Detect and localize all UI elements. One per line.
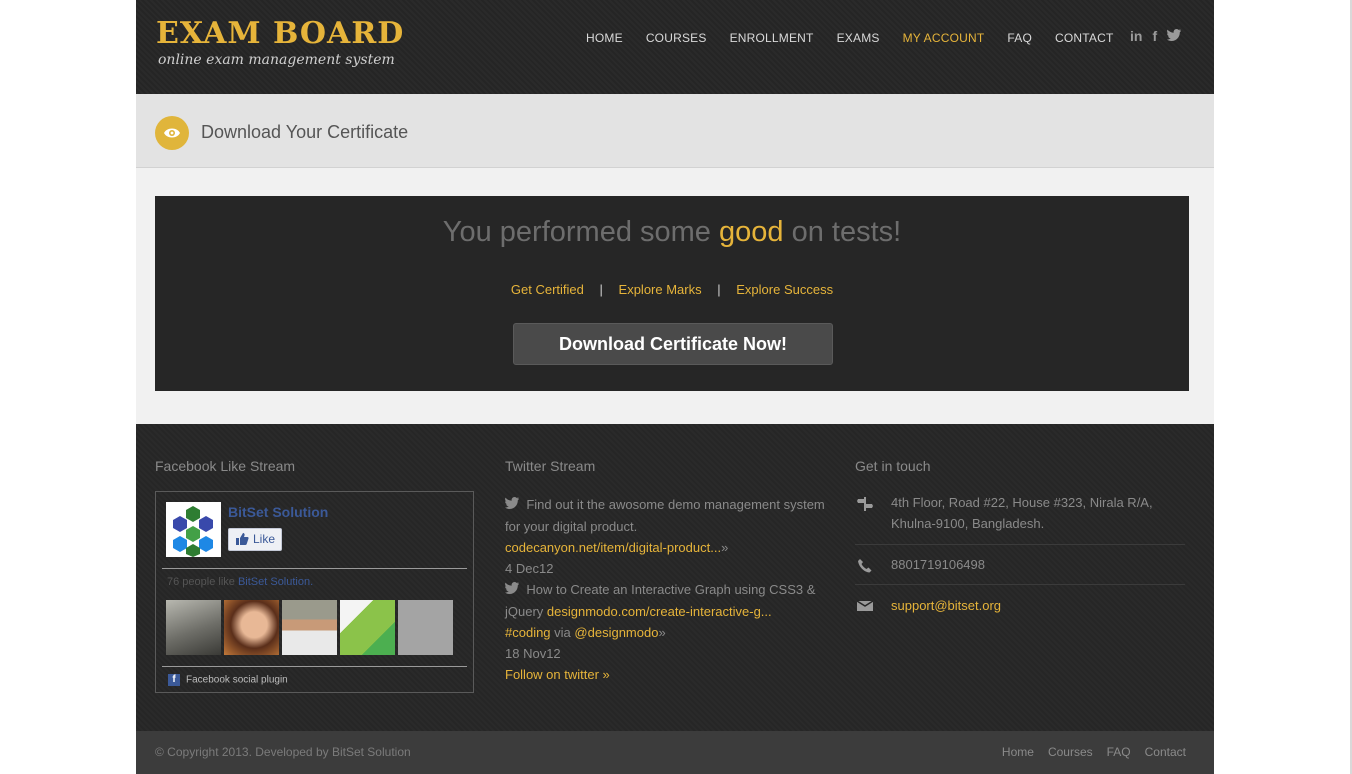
- address-text: 4th Floor, Road #22, House #323, Nirala …: [891, 495, 1153, 531]
- tweet-date: 4 Dec12: [505, 561, 554, 576]
- footer: Facebook Like Stream Twitter Stream Get …: [136, 424, 1214, 731]
- nav-courses[interactable]: COURSES: [646, 31, 707, 45]
- divider: [162, 568, 467, 569]
- thumbs-up-icon: [236, 533, 249, 545]
- facebook-page-name[interactable]: BitSet Solution: [228, 504, 328, 520]
- address-row: 4th Floor, Road #22, House #323, Nirala …: [855, 494, 1185, 536]
- nav-faq[interactable]: FAQ: [1007, 31, 1032, 45]
- twitter-icon[interactable]: [1167, 28, 1182, 44]
- footer-link-courses[interactable]: Courses: [1048, 745, 1093, 759]
- page-container: EXAM BOARD online exam management system…: [136, 0, 1214, 774]
- footer-link-contact[interactable]: Contact: [1145, 745, 1186, 759]
- twitter-feed: Find out it the awosome demo management …: [505, 494, 835, 685]
- facebook-stream-title: Facebook Like Stream: [155, 458, 296, 474]
- title-band: Download Your Certificate: [136, 94, 1214, 168]
- nav-exams[interactable]: EXAMS: [837, 31, 880, 45]
- envelope-icon: [856, 599, 874, 615]
- tweet-handle[interactable]: @designmodo: [574, 625, 658, 640]
- linkedin-icon[interactable]: in: [1130, 28, 1142, 44]
- divider: [855, 584, 1185, 585]
- tweet: How to Create an Interactive Graph using…: [505, 579, 835, 664]
- twitter-bird-icon: [505, 497, 522, 512]
- header: EXAM BOARD online exam management system…: [136, 0, 1214, 94]
- nav-home[interactable]: HOME: [586, 31, 623, 45]
- twitter-bird-icon: [505, 582, 522, 597]
- fan-avatar[interactable]: [224, 600, 279, 655]
- twitter-stream-title: Twitter Stream: [505, 458, 596, 474]
- fan-photos: [166, 600, 453, 655]
- tweet-via: via: [554, 625, 571, 640]
- facebook-icon[interactable]: f: [1152, 28, 1157, 44]
- plugin-label: Facebook social plugin: [186, 674, 288, 686]
- logo-title[interactable]: EXAM BOARD: [156, 16, 404, 51]
- get-in-touch-title: Get in touch: [855, 458, 931, 474]
- nav-enrollment[interactable]: ENROLLMENT: [730, 31, 814, 45]
- headline-pre: You performed some: [442, 216, 711, 248]
- like-count-text: 76 people like: [167, 576, 235, 588]
- explore-marks-link[interactable]: Explore Marks: [619, 282, 702, 297]
- tweet-link[interactable]: designmodo.com/create-interactive-g...: [547, 604, 772, 619]
- result-headline: You performed some good on tests!: [155, 216, 1189, 249]
- footer-link-home[interactable]: Home: [1002, 745, 1034, 759]
- phone-row: 8801719106498: [855, 556, 1185, 580]
- nav-contact[interactable]: CONTACT: [1055, 31, 1114, 45]
- tweet-more[interactable]: »: [658, 625, 665, 640]
- headline-post: on tests!: [791, 216, 902, 248]
- copyright: © Copyright 2013. Developed by BitSet So…: [155, 745, 411, 759]
- tweet-date: 18 Nov12: [505, 646, 561, 661]
- facebook-like-button[interactable]: Like: [228, 528, 282, 551]
- signpost-icon: [857, 496, 873, 515]
- footer-nav: Home Courses FAQ Contact: [1002, 745, 1186, 759]
- fan-avatar[interactable]: [166, 600, 221, 655]
- like-label: Like: [253, 532, 276, 546]
- headline-emphasis: good: [719, 216, 784, 248]
- logo-subtitle: online exam management system: [158, 52, 395, 68]
- phone-text: 8801719106498: [891, 557, 985, 572]
- result-panel: You performed some good on tests! Get Ce…: [155, 196, 1189, 391]
- link-separator: |: [599, 282, 603, 297]
- like-count-page[interactable]: BitSet Solution.: [238, 576, 313, 588]
- page-title: Download Your Certificate: [201, 122, 409, 142]
- facebook-icon: f: [168, 674, 180, 686]
- nav-my-account[interactable]: MY ACCOUNT: [903, 31, 985, 45]
- divider: [162, 666, 467, 667]
- fan-avatar[interactable]: [282, 600, 337, 655]
- get-certified-link[interactable]: Get Certified: [511, 282, 584, 297]
- social-links: in f: [1130, 28, 1182, 44]
- page-logo[interactable]: [166, 502, 221, 557]
- phone-icon: [857, 558, 873, 577]
- fan-avatar[interactable]: [398, 600, 453, 655]
- like-count: 76 people like BitSet Solution.: [167, 576, 313, 588]
- email-row: support@bitset.org: [855, 597, 1185, 621]
- divider: [855, 544, 1185, 545]
- tweet-more[interactable]: »: [721, 540, 728, 555]
- link-separator: |: [717, 282, 721, 297]
- tweet-text: Find out it the awosome demo management …: [505, 497, 825, 534]
- download-certificate-button[interactable]: Download Certificate Now!: [513, 323, 833, 365]
- follow-twitter-link[interactable]: Follow on twitter »: [505, 667, 610, 682]
- main-nav: HOME COURSES ENROLLMENT EXAMS MY ACCOUNT…: [586, 31, 1137, 45]
- eye-icon: [155, 116, 189, 150]
- fan-avatar[interactable]: [340, 600, 395, 655]
- email-link[interactable]: support@bitset.org: [891, 595, 1001, 616]
- footer-link-faq[interactable]: FAQ: [1107, 745, 1131, 759]
- facebook-like-box: BitSet Solution Like 76 people like BitS…: [155, 491, 474, 693]
- tweet: Find out it the awosome demo management …: [505, 494, 835, 579]
- bottom-bar: © Copyright 2013. Developed by BitSet So…: [136, 731, 1214, 774]
- explore-success-link[interactable]: Explore Success: [736, 282, 833, 297]
- tweet-hashtag[interactable]: #coding: [505, 625, 551, 640]
- result-links: Get Certified | Explore Marks | Explore …: [155, 282, 1189, 297]
- tweet-link[interactable]: codecanyon.net/item/digital-product...: [505, 540, 721, 555]
- facebook-plugin-footer[interactable]: f Facebook social plugin: [168, 674, 288, 686]
